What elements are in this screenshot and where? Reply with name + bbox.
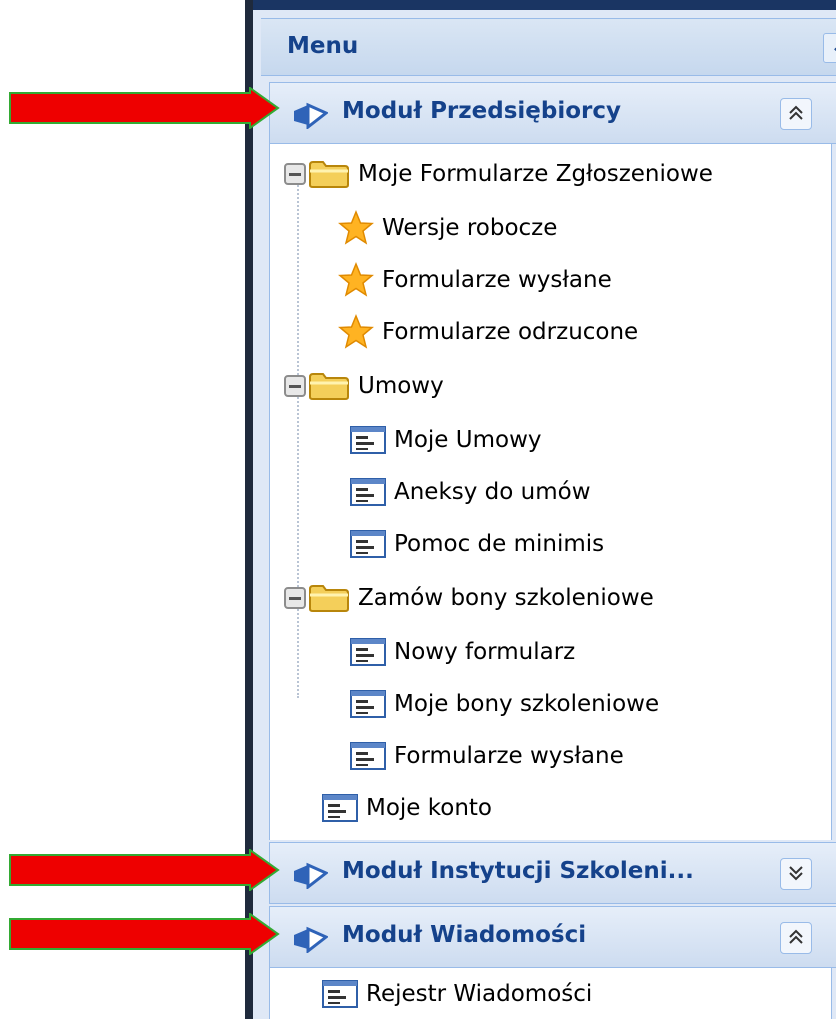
tree-folder-zamow-bony[interactable]: Zamów bony szkoleniowe [284, 574, 654, 622]
tree-item-formularze-wyslane[interactable]: Formularze wysłane [338, 256, 612, 304]
module-icon [294, 926, 328, 953]
tree-item-formularze-wyslane-bony[interactable]: Formularze wysłane [350, 732, 624, 780]
double-chevron-down-icon[interactable] [780, 858, 812, 890]
tree-modul-przedsiebiorcy: Moje Formularze Zgłoszeniowe Wersje robo… [269, 144, 832, 840]
section-title: Moduł Przedsiębiorcy [342, 98, 622, 124]
folder-icon [309, 585, 349, 612]
star-icon [338, 210, 374, 245]
tree-item-label: Moje konto [366, 795, 493, 821]
tree-item-label: Formularze wysłane [394, 743, 624, 769]
red-arrow-icon [9, 849, 280, 891]
minus-expander-icon[interactable] [284, 587, 306, 609]
tree-item-label: Wersje robocze [382, 215, 558, 241]
minus-expander-icon[interactable] [284, 163, 306, 185]
tree-item-label: Umowy [358, 373, 444, 399]
double-chevron-up-icon[interactable] [780, 922, 812, 954]
module-icon [294, 102, 328, 129]
form-icon [350, 690, 386, 718]
tree-item-nowy-formularz[interactable]: Nowy formularz [350, 628, 575, 676]
section-title: Moduł Wiadomości [342, 922, 587, 948]
section-header-modul-przedsiebiorcy[interactable]: Moduł Przedsiębiorcy [269, 82, 836, 144]
tree-item-aneksy-do-umow[interactable]: Aneksy do umów [350, 468, 591, 516]
tree-item-moje-bony[interactable]: Moje bony szkoleniowe [350, 680, 659, 728]
module-icon [294, 862, 328, 889]
tree-modul-wiadomosci: Rejestr Wiadomości [269, 968, 832, 1019]
chevron-left-icon[interactable]: « [823, 33, 836, 63]
tree-item-moje-konto[interactable]: Moje konto [322, 784, 492, 832]
tree-item-label: Rejestr Wiadomości [366, 981, 593, 1007]
form-icon [350, 530, 386, 558]
tree-item-wersje-robocze[interactable]: Wersje robocze [338, 204, 557, 252]
form-icon [350, 742, 386, 770]
tree-item-label: Formularze odrzucone [382, 319, 639, 345]
menu-panel: Menu « Moduł Przedsiębiorcy Moje Formula… [245, 0, 836, 1019]
tree-item-formularze-odrzucone[interactable]: Formularze odrzucone [338, 308, 638, 356]
form-icon [322, 794, 358, 822]
top-frame-bar [253, 0, 836, 10]
tree-item-label: Aneksy do umów [394, 479, 591, 505]
tree-folder-umowy[interactable]: Umowy [284, 362, 444, 410]
star-icon [338, 262, 374, 297]
menu-header: Menu « [261, 18, 836, 76]
form-icon [350, 478, 386, 506]
tree-item-moje-umowy[interactable]: Moje Umowy [350, 416, 542, 464]
section-title: Moduł Instytucji Szkoleni... [342, 858, 694, 884]
section-header-modul-instytucji[interactable]: Moduł Instytucji Szkoleni... [269, 842, 836, 904]
double-chevron-up-icon[interactable] [780, 98, 812, 130]
tree-item-label: Moje bony szkoleniowe [394, 691, 660, 717]
minus-expander-icon[interactable] [284, 375, 306, 397]
tree-item-label: Pomoc de minimis [394, 531, 605, 557]
folder-icon [309, 373, 349, 400]
tree-item-label: Moje Umowy [394, 427, 542, 453]
tree-item-label: Nowy formularz [394, 639, 576, 665]
tree-item-label: Zamów bony szkoleniowe [358, 585, 654, 611]
tree-item-rejestr-wiadomosci[interactable]: Rejestr Wiadomości [322, 970, 592, 1018]
tree-item-label: Moje Formularze Zgłoszeniowe [358, 161, 713, 187]
red-arrow-icon [9, 913, 280, 955]
tree-folder-moje-formularze[interactable]: Moje Formularze Zgłoszeniowe [284, 150, 713, 198]
section-header-modul-wiadomosci[interactable]: Moduł Wiadomości [269, 906, 836, 968]
form-icon [350, 426, 386, 454]
form-icon [322, 980, 358, 1008]
menu-title: Menu [287, 33, 359, 59]
red-arrow-icon [9, 87, 280, 129]
folder-icon [309, 161, 349, 188]
form-icon [350, 638, 386, 666]
tree-item-label: Formularze wysłane [382, 267, 612, 293]
star-icon [338, 314, 374, 349]
tree-item-pomoc-de-minimis[interactable]: Pomoc de minimis [350, 520, 604, 568]
